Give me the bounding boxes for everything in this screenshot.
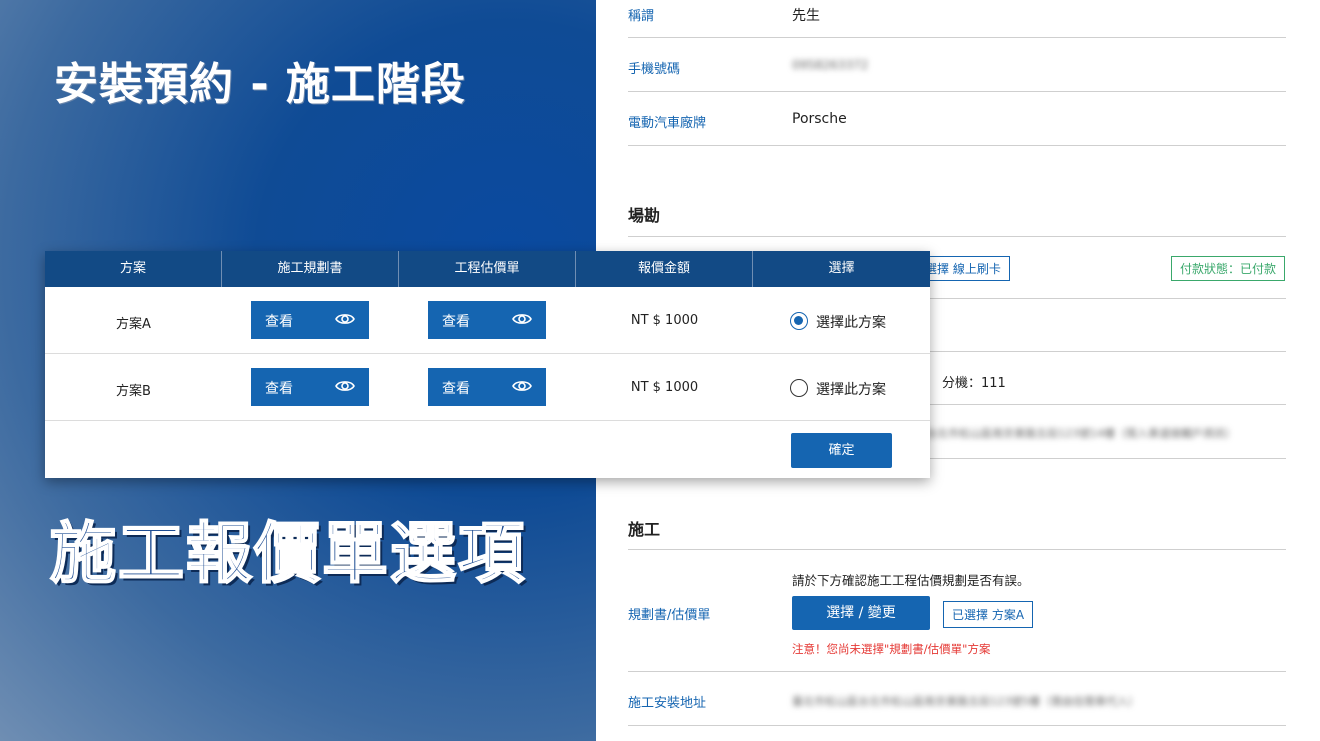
divider [628,725,1286,726]
header-price: 報價金額 [576,251,753,287]
payment-method-tag: 選擇 線上刷卡 [916,256,1010,281]
plan-warning: 注意！您尚未選擇"規劃書/估價單"方案 [792,642,991,656]
field-value: Porsche [792,111,847,127]
select-change-button[interactable]: 選擇 / 變更 [792,596,930,630]
view-label: 查看 [442,314,470,330]
eye-icon [335,381,355,391]
field-row-brand: 電動汽車廠牌 Porsche [628,92,1286,146]
banner-headline: 安裝預約 - 施工階段 [54,59,466,110]
header-select: 選擇 [828,261,855,276]
eye-icon [335,314,355,324]
header-estimate: 工程估價單 [399,251,576,287]
field-value: 先生 [792,8,820,24]
survey-address-blurred: 台北市松山區南京東路五段123號14樓（限入車道接觸戶資訊） [926,427,1236,440]
field-label: 手機號碼 [628,62,681,77]
plan-selection-dialog: 方案 施工規劃書 工程估價單 報價金額 選擇 方案A 查看 查看 NT $ 10… [45,251,930,478]
plan-name: 方案B [116,384,151,399]
table-row: 方案A 查看 查看 NT $ 1000 選擇此方案 [45,287,930,354]
price-value: NT $ 1000 [630,380,699,395]
table-header: 方案 施工規劃書 工程估價單 報價金額 選擇 [45,251,930,287]
view-estimate-button[interactable]: 查看 [428,301,546,339]
view-plan-button[interactable]: 查看 [251,301,369,339]
eye-icon [512,314,532,324]
section-title-survey: 場勘 [628,206,661,225]
section-title-construction: 施工 [628,520,661,539]
view-label: 查看 [442,381,470,397]
plan-note: 請於下方確認施工工程估價規劃是否有誤。 [792,573,1030,588]
radio-label[interactable]: 選擇此方案 [816,312,886,332]
view-estimate-button[interactable]: 查看 [428,368,546,406]
view-plan-button[interactable]: 查看 [251,368,369,406]
divider [628,549,1286,550]
header-plan: 方案 [45,251,222,287]
extension-text: 分機：111 [942,376,1006,391]
view-label: 查看 [265,314,293,330]
field-row-title: 稱謂 先生 [628,0,1286,38]
divider [628,236,1286,237]
field-row-phone: 手機號碼 0958263372 [628,38,1286,92]
plan-radio-selected[interactable] [790,312,808,330]
eye-icon [512,381,532,391]
plan-name: 方案A [116,317,151,332]
plan-radio[interactable] [790,379,808,397]
field-value-blurred: 0958263372 [792,58,869,72]
radio-label[interactable]: 選擇此方案 [816,379,886,399]
address-label: 施工安裝地址 [628,696,707,711]
confirm-button[interactable]: 確定 [791,433,892,468]
banner-subheadline: 施工報價單選項 [49,514,526,593]
field-label: 電動汽車廠牌 [628,116,707,131]
table-row: 方案B 查看 查看 NT $ 1000 選擇此方案 [45,354,930,421]
construction-address-blurred: 臺北市松山區台北市松山區南京東路五段123號5樓（需由信需車代入） [792,695,1139,708]
header-construction-plan: 施工規劃書 [222,251,399,287]
divider [628,671,1286,672]
price-value: NT $ 1000 [630,313,699,328]
field-label: 稱謂 [628,9,655,24]
plan-label: 規劃書/估價單 [628,608,711,623]
selected-plan-tag: 已選擇 方案A [943,601,1034,628]
payment-status-tag: 付款狀態：已付款 [1171,256,1286,281]
view-label: 查看 [265,381,293,397]
